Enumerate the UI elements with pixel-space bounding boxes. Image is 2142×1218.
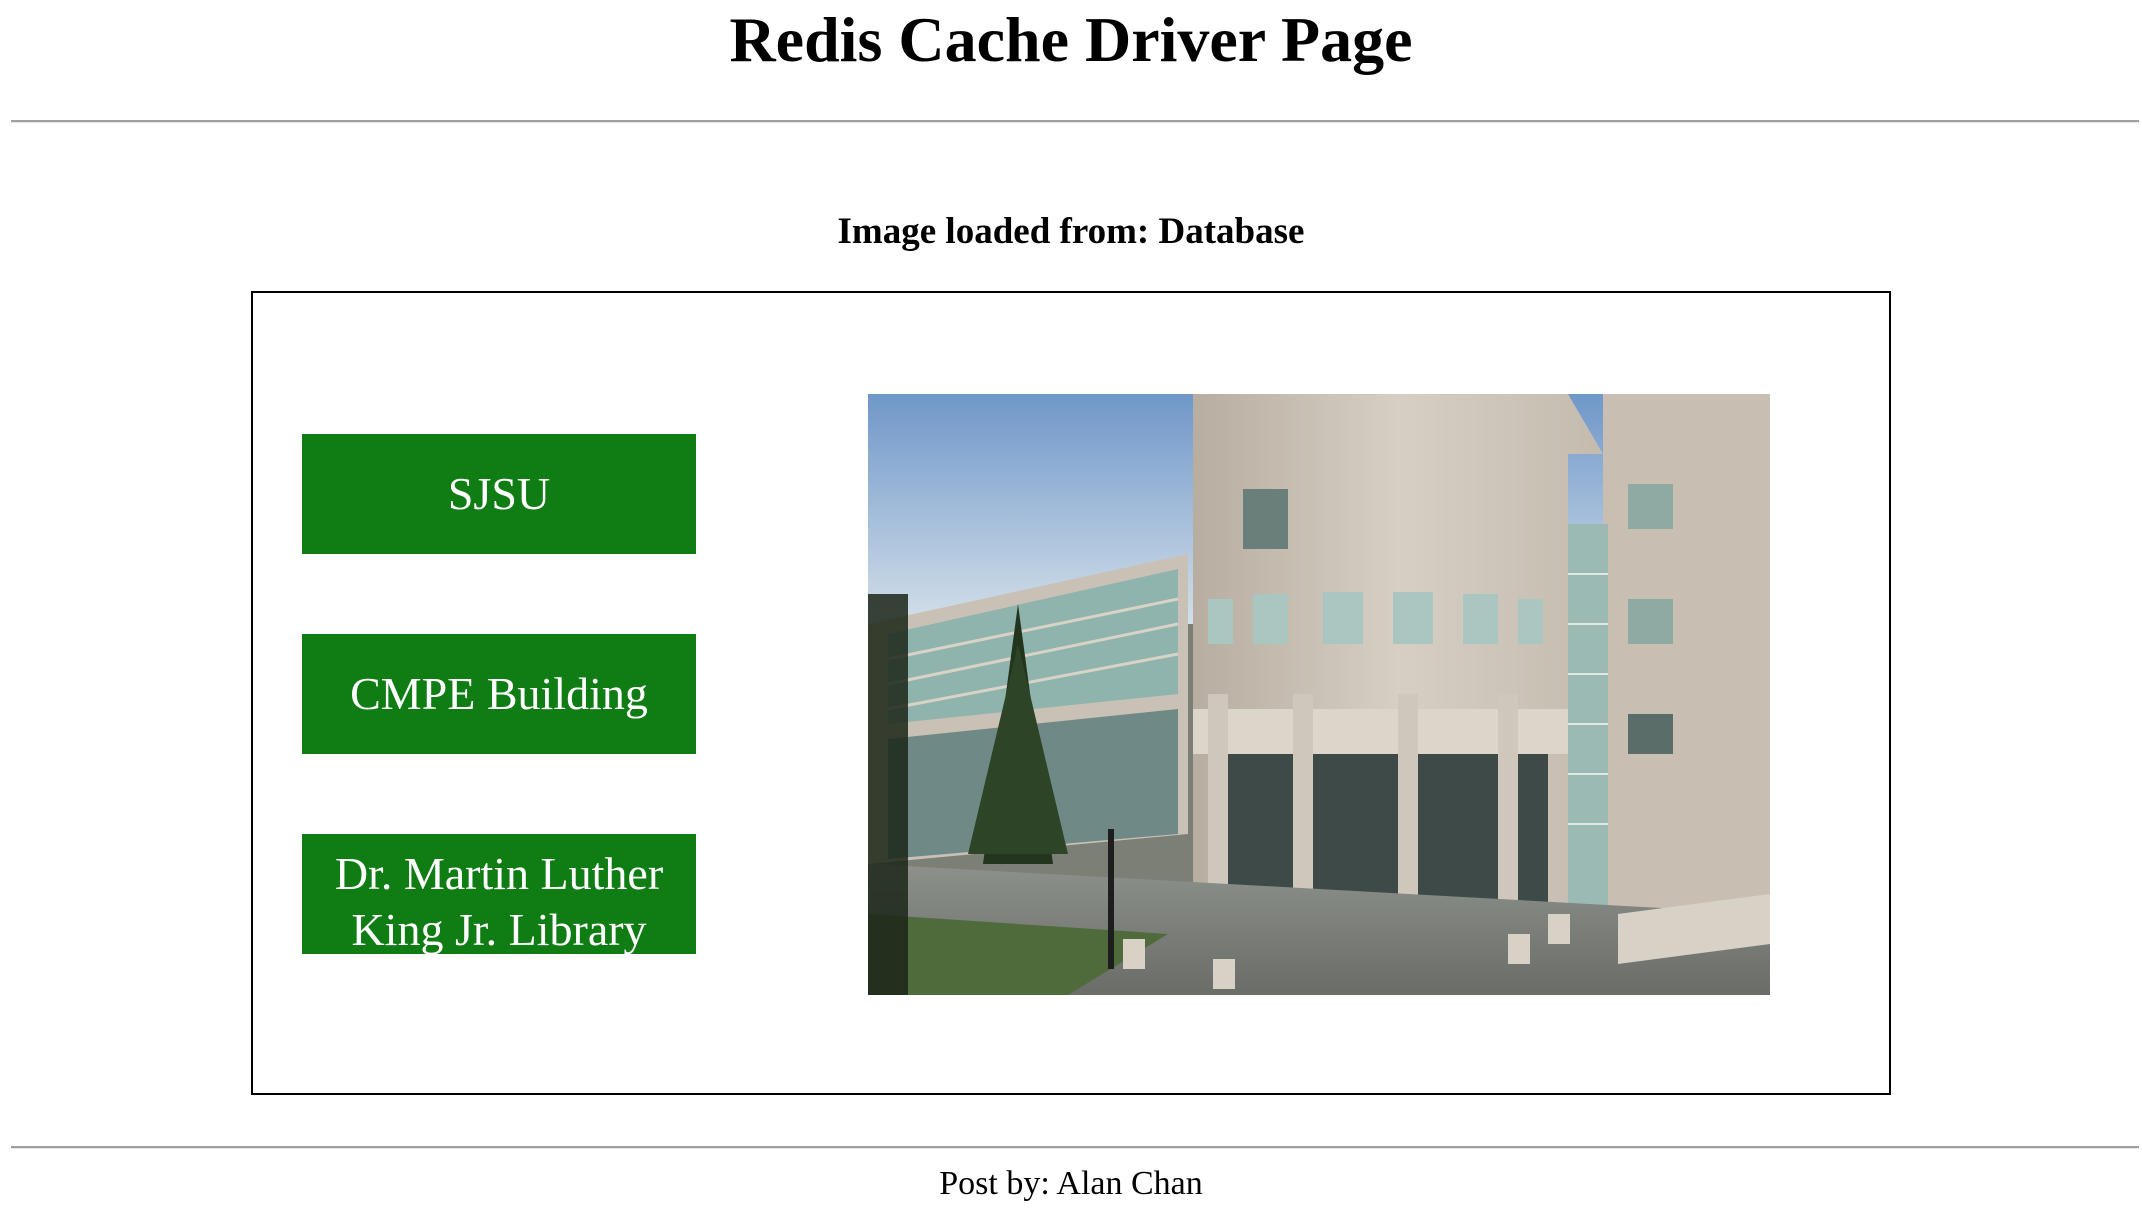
sjsu-button[interactable]: SJSU xyxy=(302,434,696,554)
top-divider xyxy=(11,120,2139,123)
building-photo xyxy=(868,394,1770,995)
cmpe-building-button[interactable]: CMPE Building xyxy=(302,634,696,754)
bottom-divider xyxy=(11,1146,2139,1149)
footer-credit: Post by: Alan Chan xyxy=(939,1165,1203,1202)
page-title: Redis Cache Driver Page xyxy=(729,4,1413,75)
library-button[interactable]: Dr. Martin Luther King Jr. Library xyxy=(302,834,696,954)
image-source-label: Image loaded from: Database xyxy=(837,211,1305,252)
content-frame: SJSU CMPE Building Dr. Martin Luther Kin… xyxy=(251,291,1891,1095)
